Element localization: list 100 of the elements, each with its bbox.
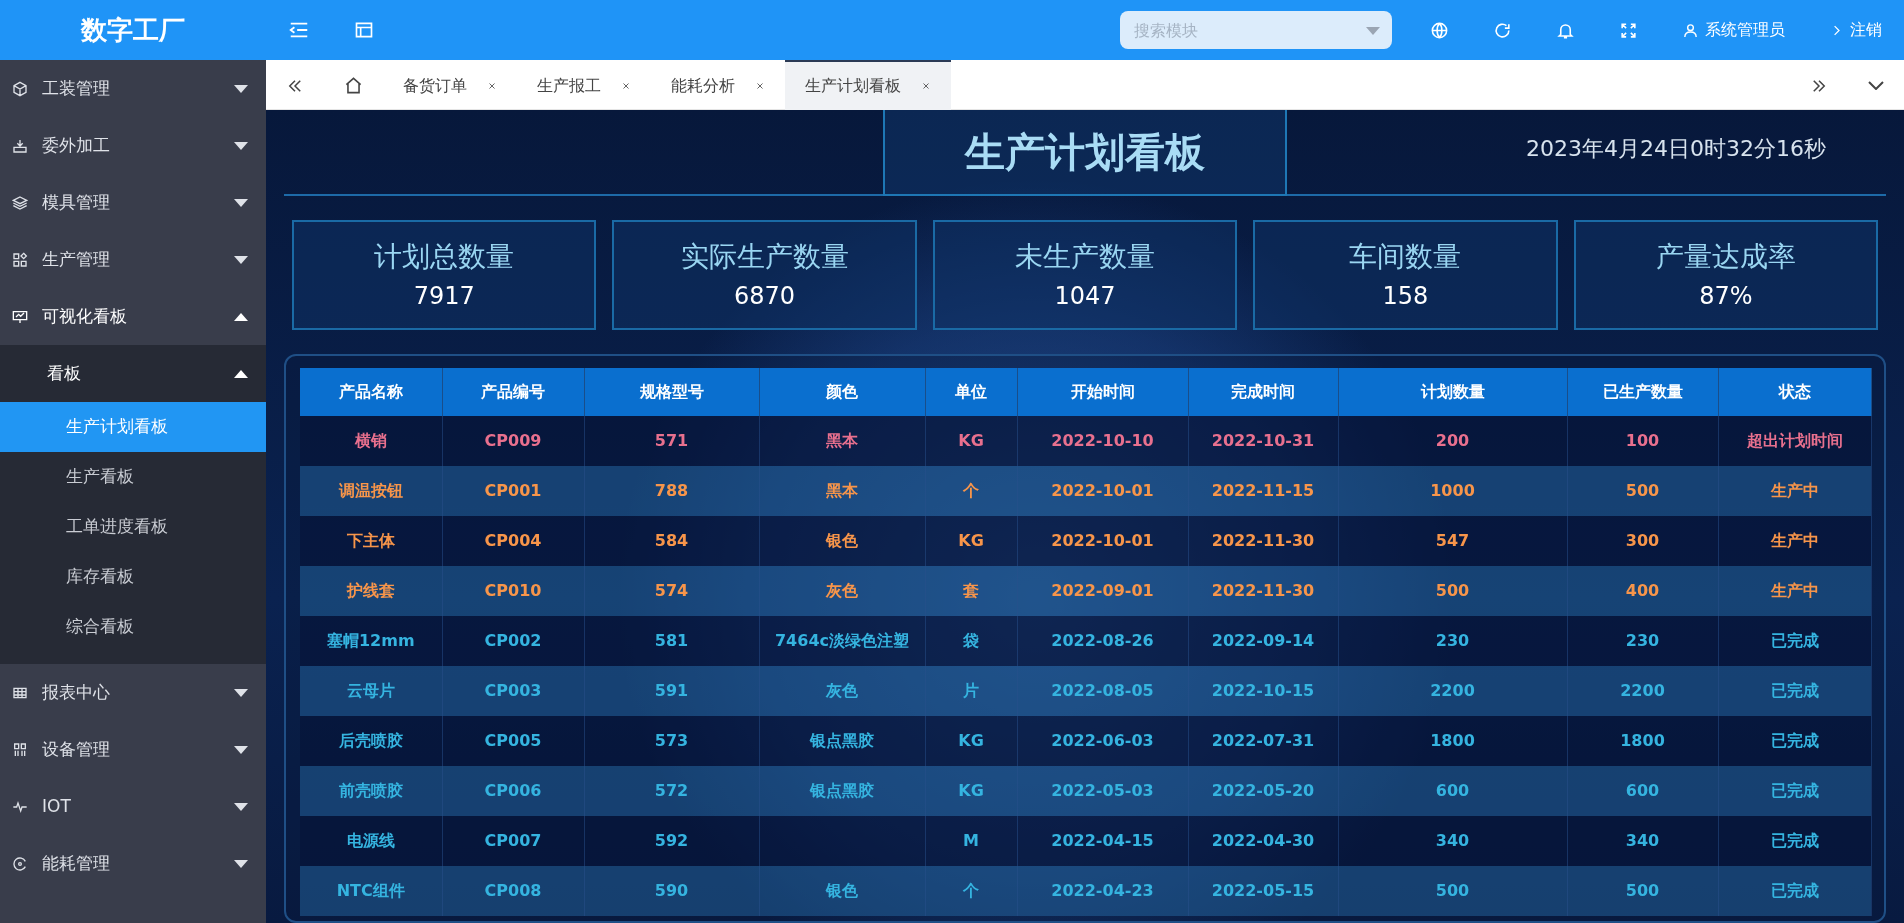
sidebar-subitem[interactable]: 综合看板: [0, 602, 266, 652]
table-cell: 590: [654, 881, 689, 900]
stat-label: 车间数量: [1349, 239, 1462, 275]
table-cell: 547: [1435, 531, 1470, 550]
table-cell: CP002: [484, 631, 542, 650]
table-cell: 塞帽12mm: [326, 631, 415, 650]
collapse-caret-icon: [234, 312, 248, 321]
table-cell: 个: [963, 481, 979, 500]
table-cell: KG: [958, 731, 984, 750]
app-title: 数字工厂: [79, 13, 186, 47]
table-cell: 电源线: [346, 831, 395, 850]
stat-label: 产量达成率: [1655, 239, 1796, 275]
column-header: 已生产数量: [1567, 368, 1718, 416]
tab[interactable]: 备货订单: [383, 60, 517, 110]
tab[interactable]: 生产计划看板: [785, 60, 951, 110]
chevron-down-icon: [1868, 81, 1884, 90]
table-cell: 2022-04-15: [1051, 831, 1154, 850]
table-cell: 个: [963, 881, 979, 900]
table-cell: 1000: [1430, 481, 1475, 500]
search-field[interactable]: 搜索模块: [1120, 11, 1392, 49]
column-header: 产品编号: [442, 368, 584, 416]
layers-icon: [12, 194, 28, 211]
table-cell: 500: [1435, 581, 1470, 600]
column-header: 完成时间: [1188, 368, 1338, 416]
stat-value: 87%: [1699, 281, 1753, 312]
expand-caret-icon: [234, 141, 248, 150]
table-cell: 生产中: [1770, 581, 1819, 600]
table-cell: 生产中: [1770, 531, 1819, 550]
table-cell: 下主体: [346, 531, 395, 550]
expand-caret-icon: [234, 688, 248, 697]
cube-icon: [12, 80, 28, 97]
table-cell: 2022-11-30: [1211, 581, 1315, 600]
collapse-caret-icon: [234, 369, 248, 378]
sidebar-subitem[interactable]: 工单进度看板: [0, 502, 266, 552]
close-icon[interactable]: [921, 80, 931, 91]
sidebar-item[interactable]: 委外加工: [0, 117, 266, 174]
tab[interactable]: 能耗分析: [651, 60, 785, 110]
table-cell: CP003: [484, 681, 542, 700]
table-cell: CP008: [484, 881, 542, 900]
tab[interactable]: 生产报工: [517, 60, 651, 110]
grid-icon: [12, 741, 28, 758]
table-cell: 云母片: [346, 681, 395, 700]
chart-board-icon: [12, 308, 28, 325]
table-cell: 2200: [1430, 681, 1475, 700]
close-icon[interactable]: [755, 80, 765, 91]
table-cell: CP005: [484, 731, 542, 750]
tray-icon: [12, 137, 28, 154]
close-icon[interactable]: [621, 80, 631, 91]
table-cell: CP006: [484, 781, 542, 800]
table-cell: KG: [958, 531, 984, 550]
table-cell: 黑本: [826, 431, 858, 450]
globe-icon: [1430, 20, 1449, 40]
sidebar-item[interactable]: 可视化看板: [0, 288, 266, 345]
sidebar-item[interactable]: 报表中心: [0, 664, 266, 721]
table-cell: 2022-05-20: [1211, 781, 1315, 800]
table-cell: 2022-10-15: [1211, 681, 1315, 700]
table-cell: 340: [1625, 831, 1660, 850]
table-cell: 2022-08-26: [1051, 631, 1154, 650]
sidebar-item[interactable]: 设备管理: [0, 721, 266, 778]
table-cell: 571: [654, 431, 689, 450]
stat-value: 1047: [1054, 281, 1116, 312]
table-cell: KG: [958, 781, 984, 800]
table-cell: 前壳喷胶: [338, 781, 403, 800]
expand-caret-icon: [234, 802, 248, 811]
table-cell: 2022-09-14: [1211, 631, 1315, 650]
stat-label: 实际生产数量: [680, 239, 849, 275]
table-cell: 2022-10-01: [1051, 481, 1154, 500]
stat-value: 158: [1382, 281, 1429, 312]
table-cell: 2022-07-31: [1211, 731, 1315, 750]
table-cell: 超出计划时间: [1746, 431, 1843, 450]
table-cell: CP009: [484, 431, 542, 450]
table-cell: 2200: [1620, 681, 1665, 700]
sidebar-item[interactable]: IOT: [0, 778, 266, 835]
expand-caret-icon: [234, 859, 248, 868]
table-cell: 已完成: [1770, 681, 1819, 700]
table-cell: 灰色: [826, 581, 858, 600]
column-header: 开始时间: [1017, 368, 1188, 416]
table-cell: 1800: [1620, 731, 1665, 750]
refresh-icon: [1493, 20, 1512, 40]
sidebar-item[interactable]: 工装管理: [0, 60, 266, 117]
column-header: 规格型号: [584, 368, 759, 416]
sidebar-group[interactable]: 看板: [0, 345, 266, 402]
caret-icon: [1366, 27, 1380, 35]
table-cell: 2022-10-31: [1211, 431, 1315, 450]
sidebar-item[interactable]: 能耗管理: [0, 835, 266, 892]
table-cell: CP001: [484, 481, 542, 500]
close-icon[interactable]: [487, 80, 497, 91]
table-cell: 已完成: [1770, 831, 1819, 850]
sidebar-item[interactable]: 模具管理: [0, 174, 266, 231]
sidebar-subitem[interactable]: 生产看板: [0, 452, 266, 502]
table-cell: M: [963, 831, 979, 850]
stat-value: 6870: [734, 281, 796, 312]
table-cell: 600: [1625, 781, 1660, 800]
table-cell: 230: [1435, 631, 1470, 650]
sidebar-item[interactable]: 生产管理: [0, 231, 266, 288]
table-cell: 2022-10-10: [1051, 431, 1154, 450]
table-cell: NTC组件: [336, 881, 405, 900]
sidebar-subitem[interactable]: 库存看板: [0, 552, 266, 602]
table-cell: 黑本: [826, 481, 858, 500]
home-icon: [344, 76, 363, 95]
